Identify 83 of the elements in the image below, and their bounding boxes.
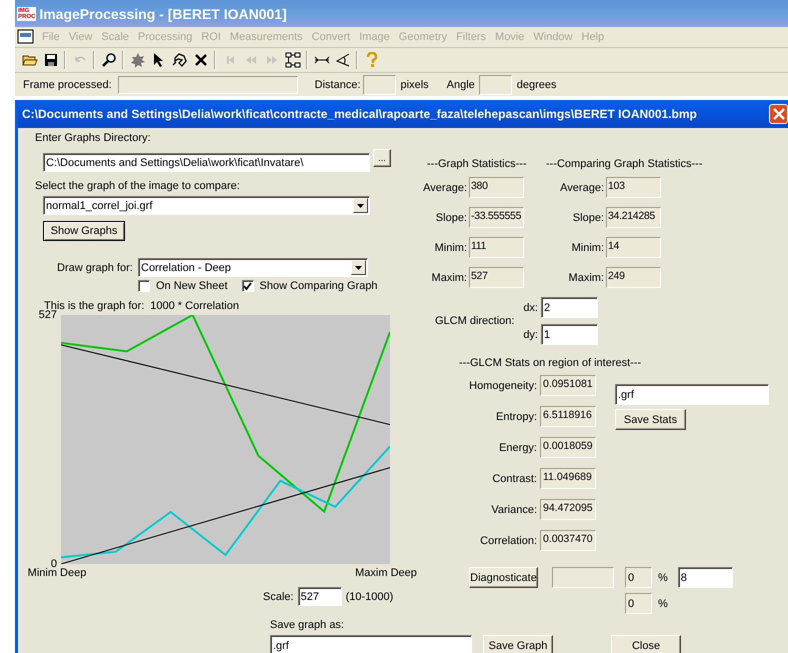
- save-stats-button[interactable]: Save Stats: [615, 409, 686, 430]
- glcm-stat-label: Contrast:: [491, 472, 537, 484]
- dx-label: dx:: [522, 302, 538, 314]
- dx-field[interactable]: 2: [541, 297, 598, 318]
- close-button[interactable]: Close: [611, 635, 681, 653]
- dialog-title: C:\Documents and Settings\Delia\work\ficat\contracte_medical\rapoarte_faza\telehepascan\imgs\BERET IOAN001.bmp: [22, 107, 697, 121]
- glcm-stat-label: Entropy:: [495, 410, 537, 422]
- angle-icon: [334, 52, 350, 68]
- directory-field[interactable]: C:\Documents and Settings\Delia\work\ficat\Invatare\: [43, 153, 370, 172]
- glcm-stat-label: Variance:: [490, 504, 537, 516]
- glcm-stat-value: 6.5118916: [540, 406, 596, 427]
- stat-label: Minim:: [570, 242, 604, 254]
- save-graph-field[interactable]: .grf: [270, 635, 472, 653]
- stat-value: 111: [469, 237, 524, 258]
- glcm-stat-value: 0.0018059: [540, 437, 596, 458]
- show-graphs-button[interactable]: Show Graphs: [43, 221, 125, 241]
- stat-label: Average:: [559, 182, 604, 194]
- scale-range: (10-1000): [346, 590, 394, 602]
- draw-graph-dropdown[interactable]: Correlation - Deep: [138, 258, 368, 277]
- draw-graph-label: Draw graph for:: [56, 262, 134, 274]
- stat-label: Slope:: [572, 212, 604, 224]
- x-axis-label: Maxim Deep: [355, 567, 417, 580]
- stat-value: 249: [606, 267, 661, 288]
- directory-label: Enter Graphs Directory:: [35, 132, 151, 144]
- save-graph-label: Save graph as:: [270, 619, 345, 631]
- x-axis-label: Minim Deep: [28, 567, 86, 580]
- glcm-direction-label: GLCM direction:: [434, 315, 511, 327]
- glcm-stat-value: 0.0951081: [540, 375, 596, 396]
- glcm-stat-label: Energy:: [498, 442, 537, 454]
- scale-field[interactable]: 527: [298, 587, 342, 606]
- stat-label: Average:: [422, 182, 467, 194]
- percent-sign: %: [658, 598, 668, 610]
- dy-field[interactable]: 1: [541, 324, 598, 345]
- stat-value: 103: [606, 177, 661, 198]
- window-title: ImageProcessing - [BERET IOAN001]: [39, 6, 287, 22]
- y-axis-tick-label: 0: [50, 558, 57, 570]
- diagnosis-result-field: [552, 567, 614, 588]
- stat-value: 34.214285: [606, 207, 661, 228]
- stat-label: Maxim:: [430, 272, 467, 284]
- distance-label: Distance:: [314, 78, 361, 90]
- browse-button[interactable]: ...: [373, 149, 391, 167]
- threshold-field[interactable]: 8: [678, 567, 733, 588]
- glcm-stat-value: 0.0037470: [540, 530, 596, 551]
- y-axis-tick-label: 527: [38, 309, 57, 321]
- stat-value: 14: [606, 237, 661, 258]
- diagnosticate-button[interactable]: Diagnosticate: [469, 567, 538, 588]
- stat-value: 380: [469, 177, 524, 198]
- chart-title: 1000 * Correlation: [150, 300, 239, 312]
- glcm-stat-label: Homogeneity:: [468, 380, 537, 392]
- comparing-statistics-heading: ---Comparing Graph Statistics---: [545, 158, 704, 170]
- percent-value: 0: [625, 593, 652, 614]
- close-icon[interactable]: [769, 104, 788, 124]
- angle-unit: degrees: [516, 78, 557, 90]
- glcm-stat-value: 11.049689: [540, 468, 596, 489]
- diagram-icon: [284, 52, 300, 68]
- dy-label: dy:: [522, 328, 538, 340]
- glcm-stat-label: Correlation:: [479, 534, 537, 546]
- delete-icon: [192, 52, 208, 68]
- glcm-stats-heading: ---GLCM Stats on region of interest---: [459, 357, 642, 369]
- save-graph-button[interactable]: Save Graph: [483, 635, 553, 653]
- stat-value: 527: [469, 267, 524, 288]
- compare-graph-dropdown[interactable]: normal1_correl_joi.grf: [43, 196, 370, 215]
- stat-label: Slope:: [434, 212, 467, 224]
- distance-unit: pixels: [400, 78, 429, 90]
- angle-label: Angle: [446, 78, 475, 90]
- document-icon[interactable]: [17, 29, 35, 45]
- graph-statistics-heading: ---Graph Statistics---: [426, 158, 525, 170]
- compare-label: Select the graph of the image to compare:: [35, 180, 240, 192]
- stat-label: Minim:: [434, 242, 467, 254]
- percent-value: 0: [625, 567, 652, 588]
- lasso-icon: [172, 52, 188, 68]
- stat-value: -33.555555: [469, 207, 524, 228]
- scale-label: Scale:: [263, 590, 294, 602]
- option-checkbox[interactable]: On New Sheet: [138, 280, 228, 292]
- stats-file-field[interactable]: .grf: [615, 384, 769, 405]
- stat-label: Maxim:: [568, 272, 604, 284]
- percent-sign: %: [658, 572, 668, 584]
- magnifier-icon: [100, 52, 116, 68]
- glcm-stat-value: 94.472095: [540, 499, 596, 520]
- check-mark-icon: [243, 282, 252, 290]
- star-icon: [130, 52, 146, 68]
- frame-processed-label: Frame processed:: [23, 78, 112, 90]
- option-checkbox[interactable]: Show Comparing Graph: [242, 280, 378, 292]
